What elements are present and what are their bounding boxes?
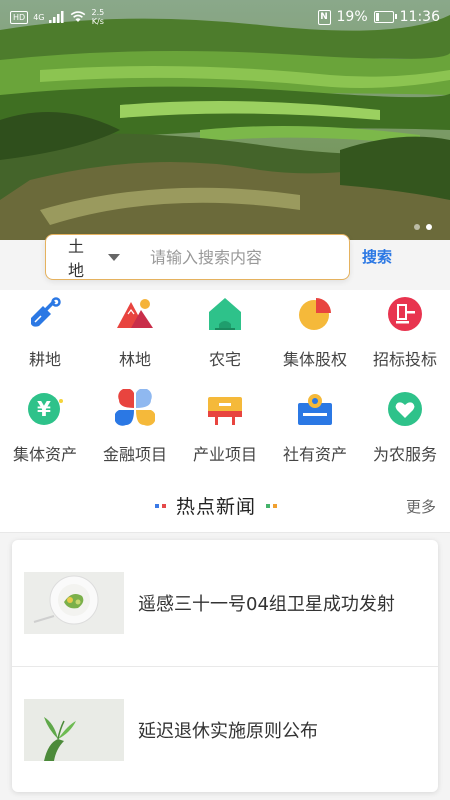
- svg-text:¥: ¥: [37, 397, 51, 421]
- search-bar: 土地: [45, 233, 353, 281]
- cooperative-asset-icon: [295, 389, 335, 429]
- battery-percent: 19%: [336, 9, 368, 25]
- news-list: 遥感三十一号04组卫星成功发射 延迟退休实施原则公布: [12, 540, 438, 792]
- mountain-icon: [115, 294, 155, 334]
- category-item-collective-equity[interactable]: 集体股权: [270, 290, 360, 385]
- search-section: 土地 搜索: [0, 230, 450, 290]
- four-petal-icon: [115, 389, 155, 429]
- yen-icon: ¥: [25, 389, 65, 429]
- decor-dots-left: [155, 503, 166, 508]
- category-item-forest[interactable]: 林地: [90, 290, 180, 385]
- category-item-farm-services[interactable]: 为农服务: [360, 385, 450, 480]
- search-button[interactable]: 搜索: [362, 246, 392, 267]
- category-dropdown[interactable]: 土地: [46, 233, 121, 281]
- clock: 11:36: [399, 9, 440, 25]
- news-section-title: 热点新闻: [176, 496, 257, 518]
- category-item-cooperative-assets[interactable]: 社有资产: [270, 385, 360, 480]
- category-dropdown-value: 土地: [68, 237, 85, 280]
- shovel-icon: [25, 294, 65, 334]
- network-type: 4G: [33, 12, 45, 22]
- news-item[interactable]: 延迟退休实施原则公布: [12, 667, 438, 792]
- chevron-down-icon: [108, 253, 121, 261]
- hero-banner[interactable]: [0, 0, 450, 240]
- heart-icon: [385, 389, 425, 429]
- plant-sprout-image: [24, 699, 124, 761]
- category-item-collective-assets[interactable]: ¥ 集体资产: [0, 385, 90, 480]
- nfc-icon: N: [317, 9, 331, 25]
- network-speed: 2.5 K/s: [91, 8, 105, 26]
- category-item-industry-projects[interactable]: 产业项目: [180, 385, 270, 480]
- news-item-title: 延迟退休实施原则公布: [138, 721, 318, 742]
- search-input[interactable]: [120, 246, 353, 268]
- hd-voice-icon: HD: [10, 10, 29, 24]
- news-more-link[interactable]: 更多: [406, 496, 436, 517]
- industry-icon: [205, 389, 245, 429]
- house-icon: [205, 294, 245, 334]
- gavel-icon: [385, 294, 425, 334]
- signal-icon: [49, 11, 64, 23]
- category-item-farmland[interactable]: 耕地: [0, 290, 90, 385]
- wifi-icon: [71, 11, 86, 22]
- news-item[interactable]: 遥感三十一号04组卫星成功发射: [12, 540, 438, 667]
- pie-chart-icon: [295, 294, 335, 334]
- category-item-rural-house[interactable]: 农宅: [180, 290, 270, 385]
- news-item-title: 遥感三十一号04组卫星成功发射: [138, 594, 395, 615]
- category-grid: 耕地 林地 农宅 集体股权 招标投标 ¥ 集体资产 金融项目 产业项目 社有资产…: [0, 290, 450, 480]
- status-bar: HD 4G 2.5 K/s N 19% 11:36: [0, 0, 450, 34]
- terraced-fields-image: [0, 0, 450, 240]
- news-section-header: 热点新闻 更多: [0, 480, 450, 533]
- category-item-financial-projects[interactable]: 金融项目: [90, 385, 180, 480]
- plate-of-greens-image: [24, 572, 124, 634]
- decor-dots-right: [266, 503, 278, 508]
- category-item-bidding[interactable]: 招标投标: [360, 290, 450, 385]
- battery-icon: [373, 11, 397, 23]
